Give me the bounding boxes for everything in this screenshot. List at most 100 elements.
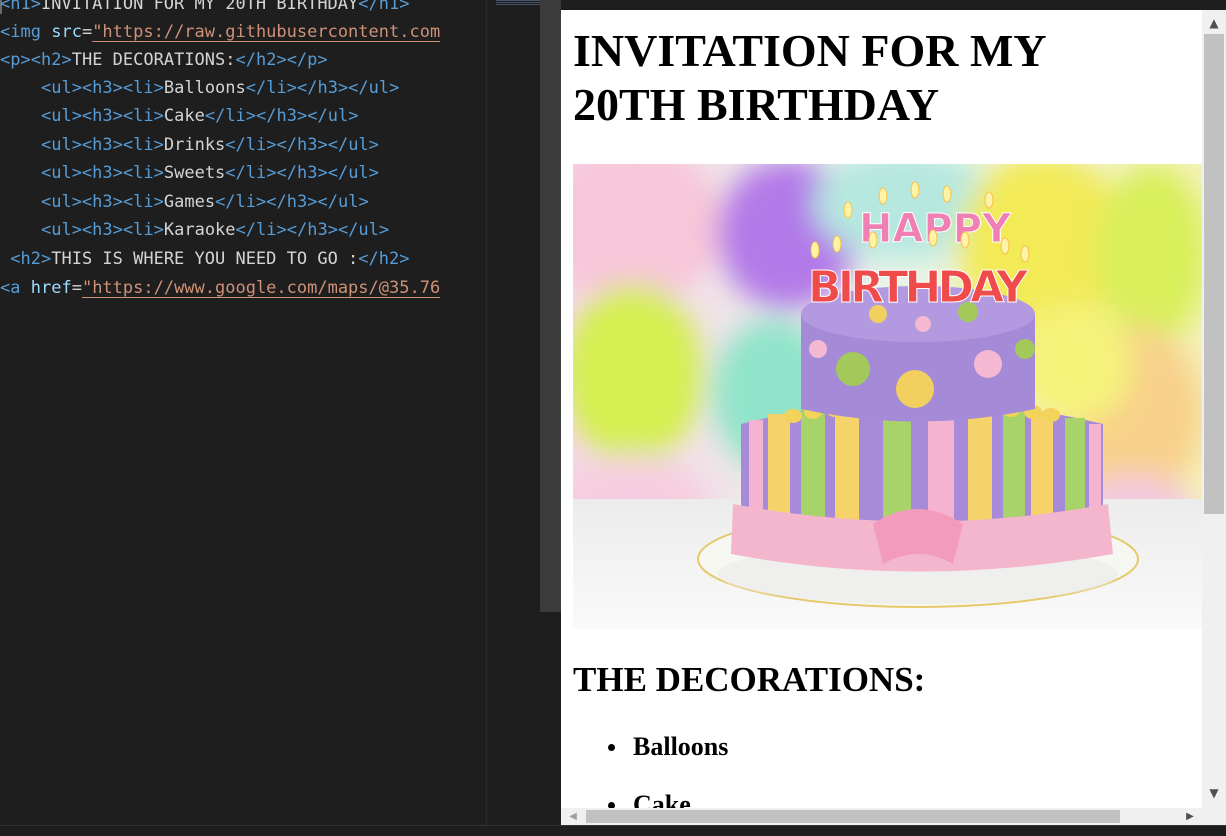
code-token: h3 (92, 220, 113, 240)
code-token: INVITATION FOR MY 20TH BIRTHDAY (40, 0, 359, 14)
code-token: h1 (10, 0, 31, 14)
code-token: li (266, 78, 287, 98)
code-token: li (133, 163, 154, 183)
code-token: ></ (266, 135, 297, 155)
code-token: > (368, 163, 379, 183)
code-token: ></ (245, 106, 277, 126)
scroll-up-arrow-icon[interactable]: ▲ (1202, 14, 1226, 32)
code-token: ul (327, 106, 349, 126)
code-token: li (133, 220, 154, 240)
code-token: > (153, 192, 164, 212)
code-line[interactable]: <h2>THIS IS WHERE YOU NEED TO GO :</h2> (0, 245, 409, 273)
code-token: ul (51, 192, 72, 212)
code-editor[interactable]: <h1>INVITATION FOR MY 20TH BIRTHDAY</h1>… (0, 0, 486, 808)
code-token: Games (163, 192, 216, 212)
code-line[interactable]: <ul><h3><li>Games</li></h3></ul> (0, 188, 369, 216)
scroll-left-arrow-icon[interactable]: ◀ (565, 808, 581, 825)
code-token: < (40, 106, 52, 126)
code-token: ul (337, 192, 359, 212)
code-token: > (368, 135, 379, 155)
code-token: >< (71, 220, 93, 240)
code-token: > (358, 192, 369, 212)
code-token: ></ (276, 220, 308, 240)
code-line[interactable]: <ul><h3><li>Cake</li></h3></ul> (0, 102, 359, 130)
code-token: > (30, 0, 41, 14)
code-token: ul (348, 163, 369, 183)
code-line[interactable]: <h1>INVITATION FOR MY 20TH BIRTHDAY</h1> (0, 0, 409, 18)
code-token: </ (235, 220, 257, 240)
code-token: h3 (286, 192, 308, 212)
code-token: h3 (296, 135, 318, 155)
code-token: ></ (317, 163, 349, 183)
code-token: ></ (256, 192, 287, 212)
code-token: = (71, 278, 82, 298)
code-token: h3 (307, 220, 328, 240)
code-token: "https://www.google.com/maps/@35.76 (81, 278, 441, 298)
code-line[interactable]: <ul><h3><li>Drinks</li></h3></ul> (0, 131, 379, 159)
editor-vertical-scroll-thumb[interactable] (540, 0, 561, 612)
list-item: Cake (608, 790, 691, 808)
code-token: < (0, 22, 11, 42)
code-token: >< (71, 163, 93, 183)
birthday-cake-image: HAPPY BIRTHDAY (573, 164, 1202, 629)
scroll-down-arrow-icon[interactable]: ▼ (1202, 784, 1226, 802)
code-line[interactable]: <a href="https://www.google.com/maps/@35… (0, 274, 440, 302)
preview-horizontal-scroll-thumb[interactable] (586, 810, 1120, 823)
code-token: </ (215, 192, 236, 212)
code-line[interactable]: <ul><h3><li>Sweets</li></h3></ul> (0, 159, 379, 187)
scroll-right-arrow-icon[interactable]: ▶ (1182, 808, 1198, 825)
code-token: < (0, 278, 11, 298)
minimap[interactable] (486, 0, 541, 825)
code-token: h2 (255, 50, 277, 70)
code-token: li (245, 163, 267, 183)
code-token: >< (112, 78, 134, 98)
code-token: >< (112, 220, 134, 240)
code-token: > (153, 78, 164, 98)
status-bar (0, 825, 1226, 836)
code-token: h3 (92, 106, 113, 126)
code-token: </ (235, 50, 256, 70)
code-token: li (133, 106, 154, 126)
code-line[interactable]: <ul><h3><li>Karaoke</li></h3></ul> (0, 216, 389, 244)
code-token: p (307, 50, 318, 70)
code-token: ></ (286, 78, 318, 98)
code-token: = (81, 22, 93, 42)
code-token: img (10, 22, 41, 42)
code-token: li (133, 135, 154, 155)
code-token: li (235, 192, 257, 212)
code-token: </ (245, 78, 267, 98)
editor-vertical-scroll-track[interactable] (540, 612, 561, 825)
code-token: ></ (327, 220, 359, 240)
code-token: </ (204, 106, 226, 126)
code-token: > (389, 78, 400, 98)
preview-vertical-scroll-thumb[interactable] (1204, 34, 1224, 514)
code-token: > (317, 50, 328, 70)
code-token: < (40, 135, 52, 155)
code-token: > (153, 163, 164, 183)
code-line[interactable]: <ul><h3><li>Balloons</li></h3></ul> (0, 74, 399, 102)
code-token: < (0, 0, 11, 14)
code-token: ul (51, 106, 72, 126)
code-token: </ (358, 0, 379, 14)
code-token: ul (51, 135, 72, 155)
code-token: li (245, 135, 267, 155)
code-token: > (153, 106, 164, 126)
code-token: </ (358, 249, 379, 269)
code-token: > (61, 50, 72, 70)
code-line[interactable]: <img src="https://raw.githubusercontent.… (0, 18, 440, 46)
code-token: h3 (317, 78, 338, 98)
code-token: > (153, 220, 164, 240)
code-token: </ (225, 163, 246, 183)
code-token: li (133, 192, 154, 212)
list-item: Balloons (607, 732, 729, 761)
code-token: p (10, 50, 21, 70)
code-token: >< (71, 135, 93, 155)
code-line[interactable]: <p><h2>THE DECORATIONS:</h2></p> (0, 46, 328, 74)
code-token: < (40, 220, 52, 240)
code-token: li (256, 220, 277, 240)
code-token: Balloons (163, 78, 246, 98)
